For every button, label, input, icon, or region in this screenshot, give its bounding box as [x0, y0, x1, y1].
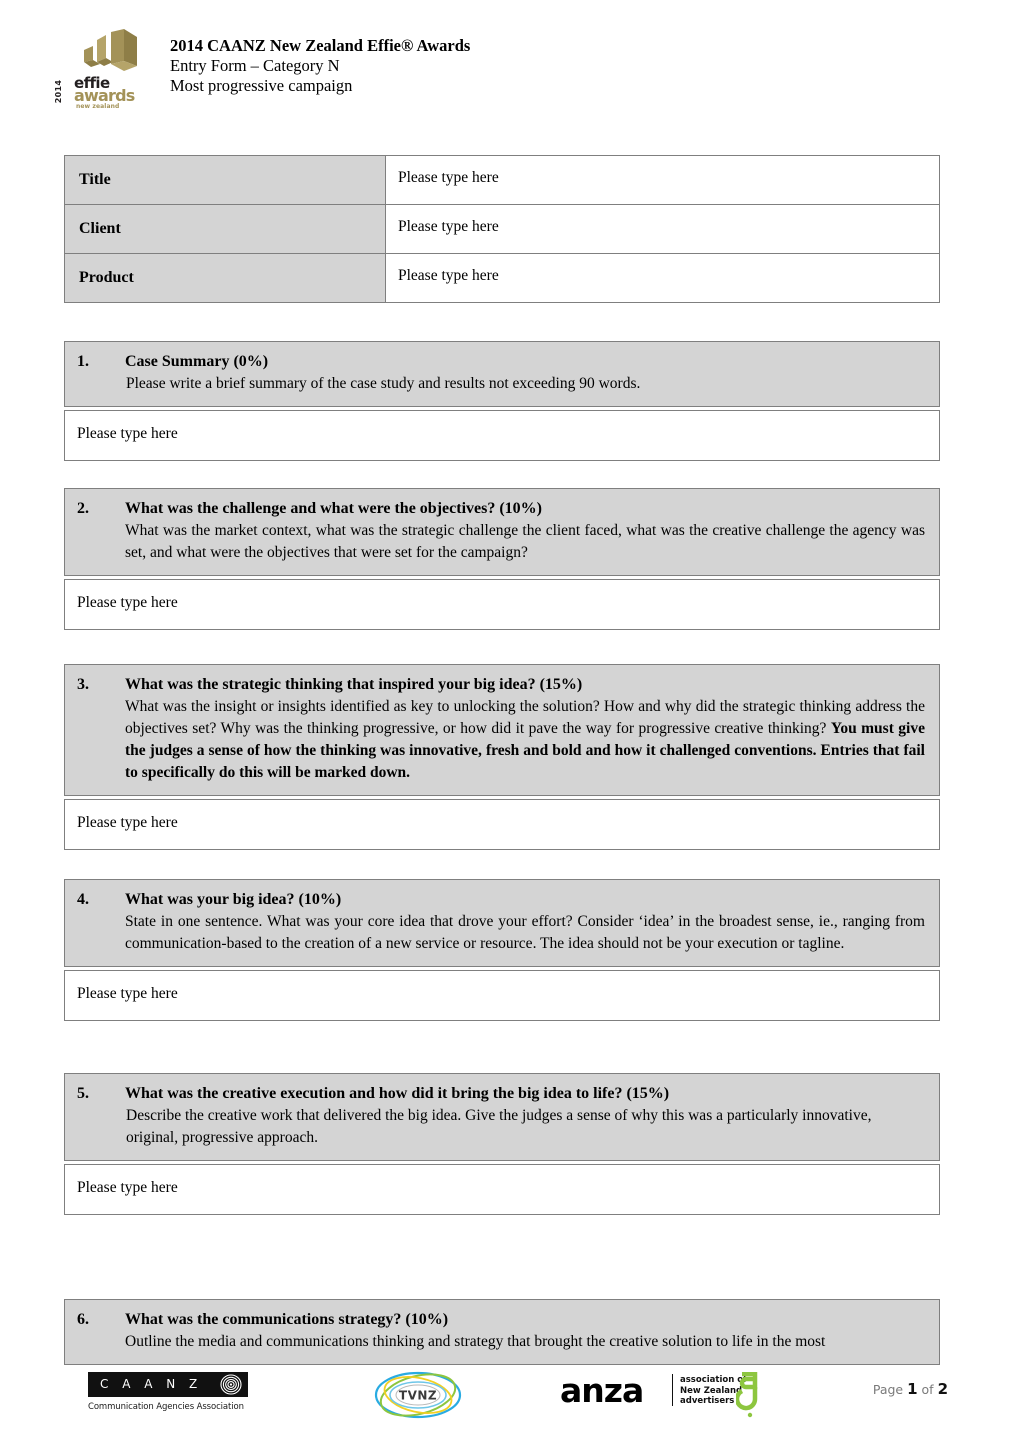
- client-input[interactable]: Please type here: [385, 204, 940, 254]
- section-3-description: What was the insight or insights identif…: [125, 696, 927, 784]
- page-number-total: 2: [937, 1380, 948, 1398]
- section-4: 4. What was your big idea? (10%) State i…: [64, 879, 940, 1021]
- section-2-answer-input[interactable]: Please type here: [64, 579, 940, 630]
- page-number-label: Page: [872, 1382, 904, 1397]
- section-2-number: 2.: [77, 500, 89, 517]
- anza-g-icon: [736, 1372, 758, 1418]
- document-category-name: Most progressive campaign: [170, 76, 353, 95]
- effie-logo-line2: awards: [74, 86, 135, 105]
- section-3-title: What was the strategic thinking that ins…: [125, 676, 583, 693]
- section-5-number: 5.: [77, 1085, 89, 1102]
- entry-identity-table: Title Please type here Client Please typ…: [64, 155, 940, 303]
- section-6: 6. What was the communications strategy?…: [64, 1299, 940, 1365]
- effie-wordmark: 2014 effie awards new zealand: [52, 76, 152, 111]
- page-number-of: of: [921, 1382, 934, 1397]
- header-text-block: 2014 CAANZ New Zealand Effie® Awards Ent…: [170, 36, 470, 96]
- section-2-title: What was the challenge and what were the…: [125, 500, 542, 517]
- field-label-product: Product: [64, 253, 386, 303]
- effie-trophy-icon: [84, 29, 137, 71]
- field-label-title: Title: [64, 155, 386, 205]
- section-3-number: 3.: [77, 676, 89, 693]
- document-page: 2014 effie awards new zealand 2014 CAANZ…: [0, 0, 1020, 1443]
- section-6-header: 6. What was the communications strategy?…: [64, 1299, 940, 1365]
- section-5: 5. What was the creative execution and h…: [64, 1073, 940, 1215]
- section-2-header: 2. What was the challenge and what were …: [64, 488, 940, 576]
- effie-logo-year: 2014: [54, 79, 64, 104]
- section-1: 1. Case Summary (0%) Please write a brie…: [64, 341, 940, 461]
- page-number-current: 1: [907, 1380, 918, 1398]
- effie-awards-logo: 2014 effie awards new zealand: [52, 26, 152, 112]
- section-1-answer-input[interactable]: Please type here: [64, 410, 940, 461]
- section-3: 3. What was the strategic thinking that …: [64, 664, 940, 850]
- section-3-description-text: What was the insight or insights identif…: [125, 698, 925, 737]
- section-4-number: 4.: [77, 891, 89, 908]
- caanz-subtitle: Communication Agencies Association: [88, 1402, 244, 1412]
- section-1-header: 1. Case Summary (0%) Please write a brie…: [64, 341, 940, 407]
- section-3-header: 3. What was the strategic thinking that …: [64, 664, 940, 796]
- section-2: 2. What was the challenge and what were …: [64, 488, 940, 630]
- section-4-header: 4. What was your big idea? (10%) State i…: [64, 879, 940, 967]
- section-1-description: Please write a brief summary of the case…: [126, 375, 641, 392]
- document-header: 2014 effie awards new zealand 2014 CAANZ…: [0, 0, 1020, 130]
- section-1-number: 1.: [77, 353, 89, 370]
- ripple-icon: [220, 1374, 242, 1395]
- anza-wordmark: anza: [560, 1371, 644, 1410]
- table-row: Client Please type here: [64, 204, 940, 254]
- section-5-answer-input[interactable]: Please type here: [64, 1164, 940, 1215]
- product-input[interactable]: Please type here: [385, 253, 940, 303]
- document-footer: C A A N Z Communication Agencies Associa…: [0, 1362, 1020, 1443]
- effie-logo-line3: new zealand: [76, 103, 120, 110]
- title-input[interactable]: Please type here: [385, 155, 940, 205]
- anza-divider: [672, 1374, 673, 1406]
- section-5-description: Describe the creative work that delivere…: [126, 1107, 872, 1146]
- caanz-wordmark: C A A N Z: [100, 1377, 203, 1391]
- section-1-title: Case Summary (0%): [125, 353, 269, 370]
- table-row: Product Please type here: [64, 253, 940, 303]
- table-row: Title Please type here: [64, 155, 940, 205]
- field-label-client: Client: [64, 204, 386, 254]
- anza-logo: anza association of New Zealand advertis…: [560, 1368, 770, 1422]
- section-6-description: Outline the media and communications thi…: [125, 1333, 826, 1350]
- section-6-number: 6.: [77, 1311, 89, 1328]
- section-3-answer-input[interactable]: Please type here: [64, 799, 940, 850]
- section-6-title: What was the communications strategy? (1…: [125, 1311, 449, 1328]
- section-4-description: State in one sentence. What was your cor…: [125, 913, 925, 952]
- section-4-answer-input[interactable]: Please type here: [64, 970, 940, 1021]
- section-4-title: What was your big idea? (10%): [125, 891, 342, 908]
- section-5-title: What was the creative execution and how …: [125, 1085, 670, 1102]
- document-subtitle: Entry Form – Category N: [170, 56, 340, 75]
- section-2-description: What was the market context, what was th…: [125, 522, 925, 561]
- tvnz-logo: TVNZ: [374, 1371, 462, 1419]
- section-5-header: 5. What was the creative execution and h…: [64, 1073, 940, 1161]
- page-number: Page 1 of 2: [873, 1380, 948, 1398]
- document-title: 2014 CAANZ New Zealand Effie® Awards: [170, 36, 471, 55]
- caanz-logo-bar: C A A N Z: [88, 1372, 248, 1397]
- tvnz-wordmark: TVNZ: [399, 1389, 437, 1403]
- caanz-logo: C A A N Z Communication Agencies Associa…: [88, 1372, 268, 1418]
